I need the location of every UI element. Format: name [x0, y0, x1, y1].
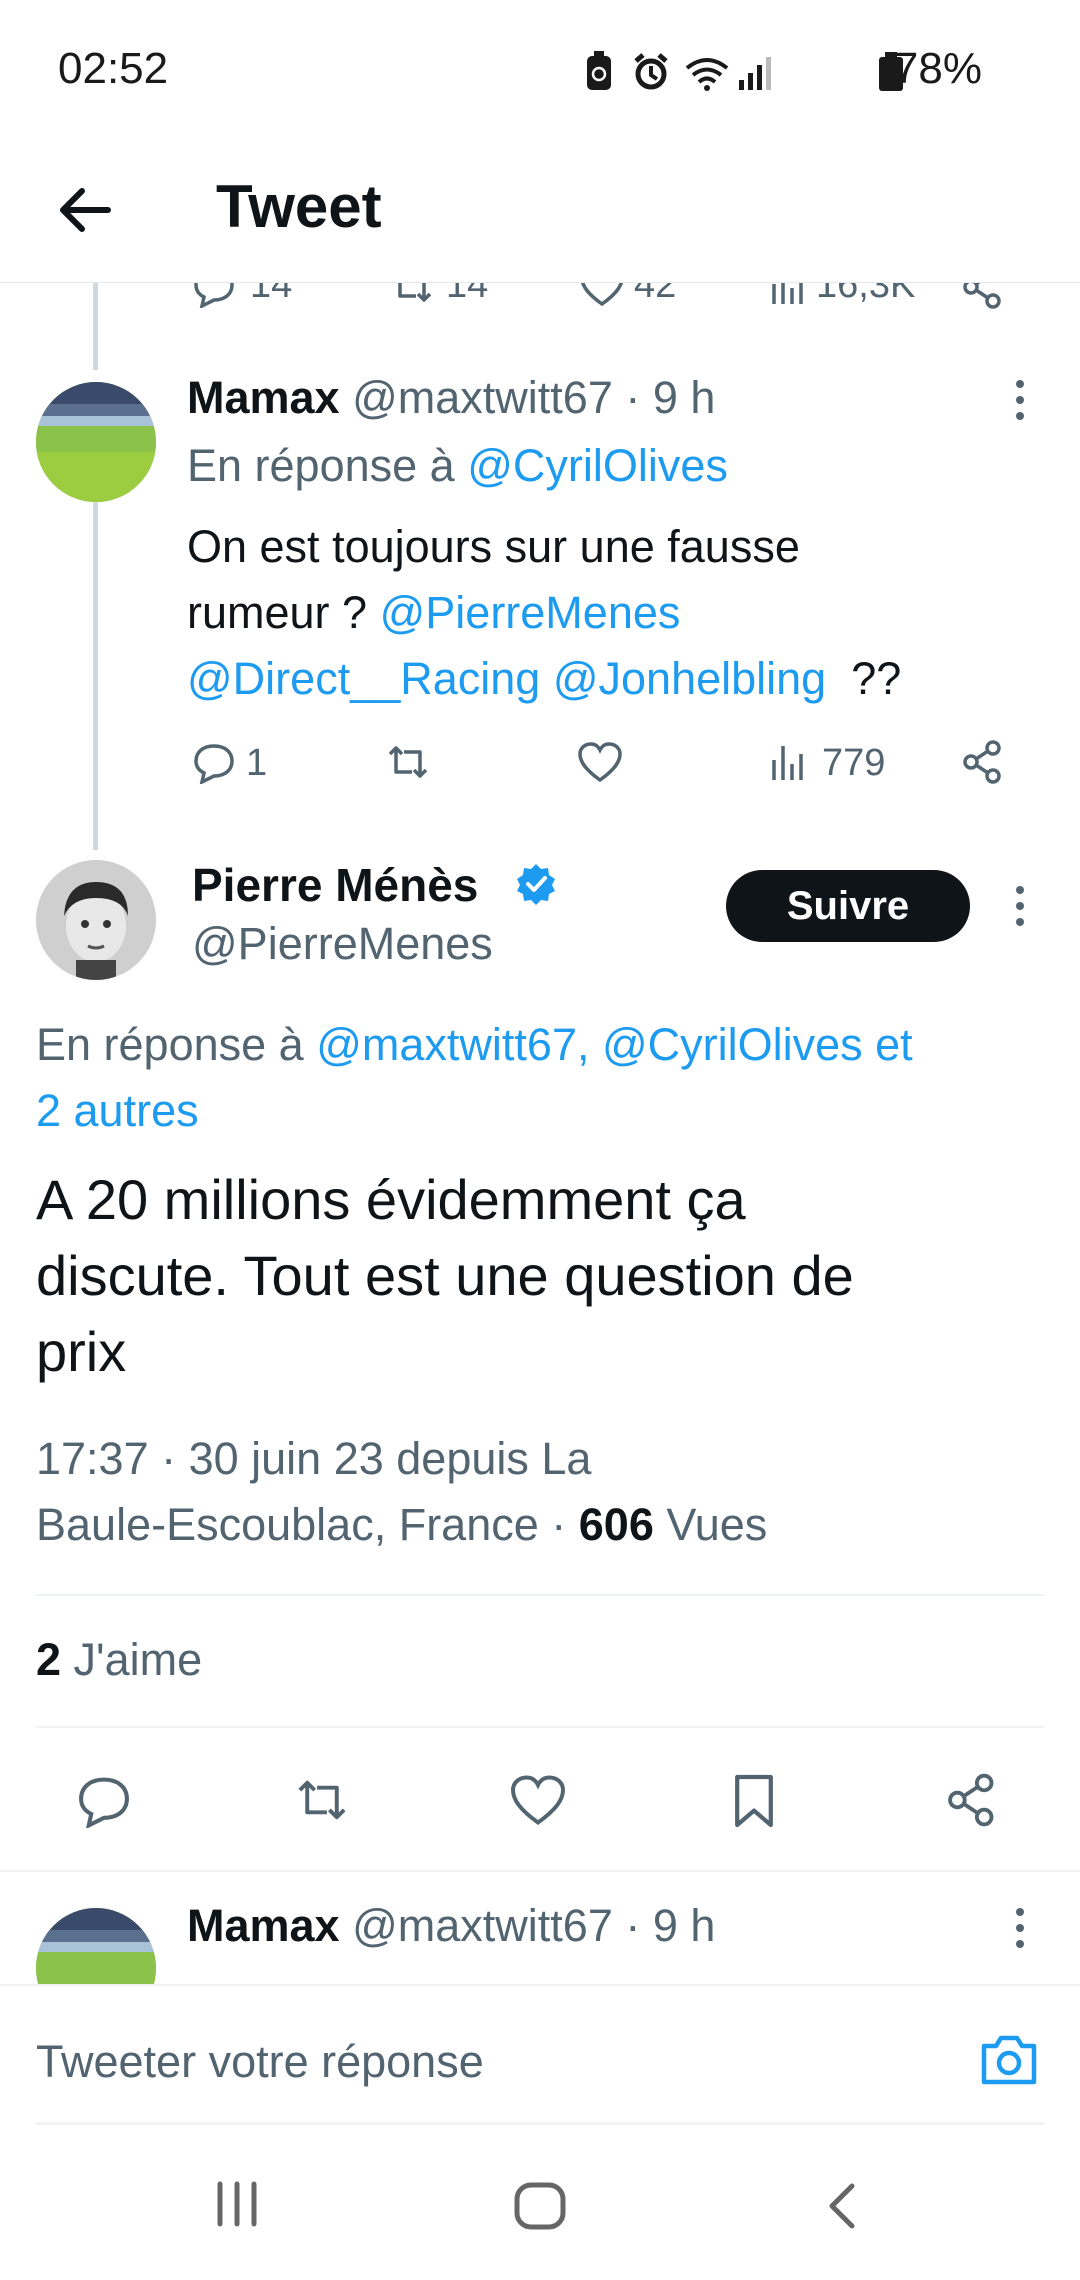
bookmark-icon[interactable]: [730, 1772, 778, 1830]
alarm-icon: [634, 53, 668, 90]
main-reply-to: En réponse à @maxtwitt67, @CyrilOlives e…: [36, 1012, 913, 1144]
author-handle[interactable]: @maxtwitt67: [352, 372, 613, 423]
more-options-icon[interactable]: [1008, 884, 1032, 928]
mention-link[interactable]: @PierreMenes: [380, 587, 681, 638]
page-title: Tweet: [216, 173, 382, 240]
main-tweet-text: A 20 millions évidemment ça discute. Tou…: [36, 1162, 854, 1390]
views-count: 606: [578, 1499, 654, 1550]
follow-button[interactable]: Suivre: [726, 870, 970, 942]
reply-to-mention[interactable]: @CyrilOlives: [467, 440, 728, 491]
prev-views-count: 16,3K: [816, 282, 916, 306]
next-tweet-header: Mamax @maxtwitt67 · 9 h: [187, 1900, 715, 1952]
back-arrow-icon[interactable]: [50, 175, 120, 245]
prev-retweet-count: 14: [446, 282, 489, 306]
author-name[interactable]: Mamax: [187, 1900, 340, 1951]
like-icon[interactable]: [578, 282, 626, 308]
more-options-icon[interactable]: [1008, 1906, 1032, 1950]
previous-tweet-actions: 14 14 42 16,3K: [0, 282, 1080, 312]
battery-icon: [879, 52, 903, 91]
recent-apps-icon[interactable]: [212, 2180, 262, 2228]
home-icon[interactable]: [512, 2180, 568, 2232]
status-icons: [587, 51, 771, 91]
mention-link[interactable]: @Jonhelbling: [553, 653, 826, 704]
tweet-time: · 9 h: [625, 372, 716, 423]
likes-label: J'aime: [73, 1634, 203, 1685]
prev-reply-count: 14: [250, 282, 293, 306]
compose-underline: [36, 2122, 1044, 2125]
status-time: 02:52: [58, 44, 169, 93]
system-navigation-bar: [0, 2130, 1080, 2280]
next-tweet[interactable]: Mamax @maxtwitt67 · 9 h: [0, 1872, 1080, 1984]
views-icon[interactable]: [770, 282, 810, 308]
reply-tweet-text: On est toujours sur une fausse rumeur ? …: [187, 514, 901, 712]
avatar-mamax[interactable]: [36, 382, 156, 502]
retweet-icon[interactable]: [386, 282, 438, 308]
camera-icon[interactable]: [978, 2032, 1040, 2088]
author-name[interactable]: Mamax: [187, 372, 340, 423]
thread-line-top: [93, 283, 98, 370]
divider: [36, 1594, 1044, 1596]
author-handle[interactable]: @maxtwitt67: [352, 1900, 613, 1951]
share-icon[interactable]: [960, 739, 1006, 785]
back-nav-icon[interactable]: [822, 2180, 862, 2232]
reply-to-prefix: En réponse à: [187, 440, 455, 491]
thread-line-middle: [93, 502, 98, 850]
divider: [36, 1726, 1044, 1728]
status-bar: 02:52 78%: [0, 0, 1080, 140]
battery-saver-icon: [587, 51, 611, 90]
views-count: 779: [822, 742, 886, 784]
likes-summary[interactable]: 2 J'aime: [36, 1634, 202, 1686]
author-name[interactable]: Pierre Ménès: [192, 859, 478, 911]
tweet-location: Baule-Escoublac, France ·: [36, 1499, 567, 1550]
reply-count: 1: [246, 742, 268, 784]
author-handle[interactable]: @PierreMenes: [192, 918, 493, 970]
share-icon[interactable]: [960, 282, 1006, 310]
retweet-icon[interactable]: [290, 1772, 354, 1828]
like-icon[interactable]: [508, 1772, 568, 1828]
tweet-text-line-3: prix: [36, 1320, 127, 1383]
more-options-icon[interactable]: [1008, 378, 1032, 422]
reply-to-prefix: En réponse à: [36, 1019, 304, 1070]
tweet-timestamp-location: 17:37 · 30 juin 23 depuis La: [36, 1433, 592, 1484]
prev-like-count: 42: [634, 282, 677, 306]
views-icon[interactable]: [770, 740, 810, 784]
tweet-text-line-2: discute. Tout est une question de: [36, 1244, 854, 1307]
tweet-meta: 17:37 · 30 juin 23 depuis La Baule-Escou…: [36, 1426, 767, 1558]
reply-input[interactable]: Tweeter votre réponse: [36, 2036, 484, 2088]
avatar-mamax[interactable]: [36, 1908, 156, 1984]
share-icon[interactable]: [944, 1772, 1000, 1828]
reply-icon[interactable]: [192, 282, 236, 308]
compose-bar: Tweeter votre réponse: [0, 1984, 1080, 2132]
reply-to-others-link[interactable]: 2 autres: [36, 1078, 913, 1144]
views-label: Vues: [666, 1499, 768, 1550]
wifi-icon: [685, 58, 729, 91]
avatar-pierre-menes[interactable]: [36, 860, 156, 980]
app-header: Tweet: [0, 140, 1080, 283]
reply-text-line-2: rumeur ?: [187, 587, 368, 638]
battery-percent: 78%: [893, 44, 982, 93]
reply-tweet-header: Mamax @maxtwitt67 · 9 h: [187, 372, 715, 424]
signal-icon: [739, 57, 771, 90]
reply-to-mentions[interactable]: @maxtwitt67, @CyrilOlives et: [316, 1019, 912, 1070]
tweet-text-line-1: A 20 millions évidemment ça: [36, 1168, 746, 1231]
reply-to-line: En réponse à @CyrilOlives: [187, 440, 728, 492]
mention-link[interactable]: @Direct__Racing: [187, 653, 540, 704]
reply-icon[interactable]: [76, 1772, 132, 1828]
reply-text-line-1: On est toujours sur une fausse: [187, 521, 800, 572]
likes-count: 2: [36, 1634, 62, 1685]
tweet-time: · 9 h: [625, 1900, 716, 1951]
verified-badge-icon: [517, 864, 555, 905]
retweet-icon[interactable]: [382, 740, 434, 784]
reply-text-suffix: ??: [851, 653, 902, 704]
reply-icon[interactable]: [192, 740, 236, 784]
like-icon[interactable]: [576, 740, 624, 784]
main-author-row: Pierre Ménès: [192, 858, 478, 912]
